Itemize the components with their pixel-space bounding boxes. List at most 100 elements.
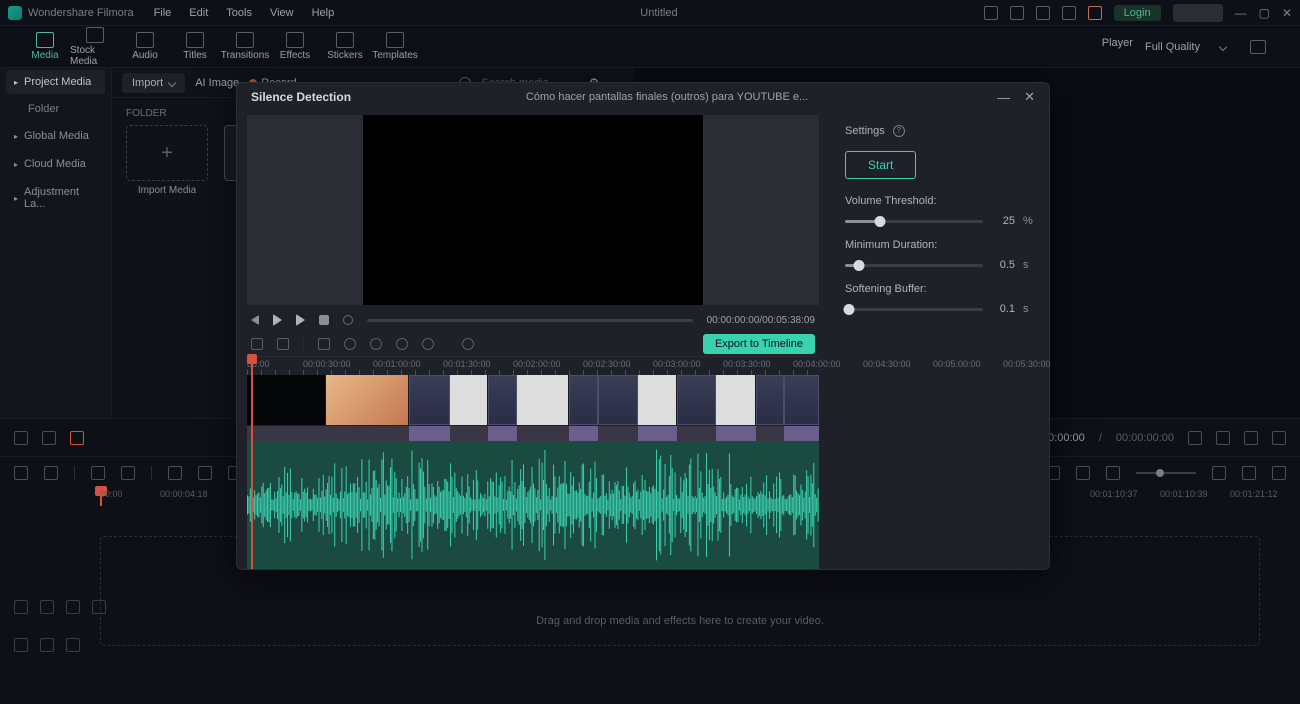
redo-icon[interactable] [277,338,289,350]
video-track-icon[interactable] [14,600,28,614]
sidebar-cloud-media[interactable]: ▸Cloud Media [0,150,111,178]
marker-icon[interactable] [344,338,356,350]
modal-settings-panel: Settings ? Start Volume Threshold: 25 % … [829,111,1049,569]
undo-icon[interactable] [91,466,105,480]
modal-playhead[interactable] [251,357,253,569]
ruler-mark: 00:03:30:00 [723,359,771,369]
audio-track-icon[interactable] [14,638,28,652]
volume-threshold-label: Volume Threshold: [845,195,1033,207]
snapshot-icon[interactable] [1250,40,1266,54]
ruler-mark: 00:03:00:00 [653,359,701,369]
zoom-out-icon[interactable] [1106,466,1120,480]
plus-icon: + [161,142,173,165]
save-icon[interactable] [1010,6,1024,20]
split-icon[interactable] [198,466,212,480]
import-button[interactable]: Import [122,73,185,93]
ruler-mark: 00:04:00:00 [793,359,841,369]
device-icon[interactable] [984,6,998,20]
sidebar-project-media[interactable]: ▸Project Media [6,70,105,94]
quality-dropdown[interactable]: Full Quality [1145,41,1226,53]
apps-icon[interactable] [1062,6,1076,20]
tab-audio[interactable]: Audio [120,26,170,67]
cart-icon[interactable] [1088,6,1102,20]
play-button[interactable] [273,314,282,326]
delete-icon[interactable] [168,466,182,480]
link-icon[interactable] [70,431,84,445]
maximize-icon[interactable]: ▢ [1259,6,1270,20]
lock-icon[interactable] [40,600,54,614]
menu-bar: File Edit Tools View Help [154,7,335,19]
sidebar-folder[interactable]: Folder [0,96,111,122]
lock-icon[interactable] [40,638,54,652]
redo-icon[interactable] [121,466,135,480]
prev-frame-button[interactable] [251,315,259,325]
export-to-timeline-button[interactable]: Export to Timeline [703,334,815,354]
sidebar-adjustment-layer[interactable]: ▸Adjustment La... [0,178,111,218]
stop-button[interactable] [319,315,329,325]
fullscreen-icon[interactable] [1188,431,1202,445]
cloud-icon[interactable] [1036,6,1050,20]
unit-label: % [1023,215,1033,227]
tab-titles[interactable]: Titles [170,26,220,67]
volume-threshold-slider[interactable] [845,220,983,223]
info-icon[interactable]: ? [893,125,905,137]
tab-templates[interactable]: Templates [370,26,420,67]
minimum-duration-slider[interactable] [845,264,983,267]
close-icon[interactable]: ✕ [1282,6,1292,20]
close-modal-icon[interactable]: ✕ [1024,89,1035,105]
account-box[interactable] [1173,4,1223,22]
menu-help[interactable]: Help [312,7,335,19]
zoom-slider[interactable] [1136,472,1196,474]
tab-media[interactable]: Media [20,26,70,67]
minimize-icon[interactable]: — [1235,6,1247,20]
tab-stickers[interactable]: Stickers [320,26,370,67]
tab-transitions[interactable]: Transitions [220,26,270,67]
menu-tools[interactable]: Tools [226,7,252,19]
marker-icon[interactable] [1076,466,1090,480]
ruler-mark: 00:01:00:00 [373,359,421,369]
zoom-in-icon[interactable] [462,338,474,350]
ruler-mark: 00:00:30:00 [303,359,351,369]
display-icon[interactable] [1216,431,1230,445]
modal-edit-toolbar: Export to Timeline [247,331,819,357]
menu-view[interactable]: View [270,7,294,19]
start-button[interactable]: Start [845,151,916,179]
login-button[interactable]: Login [1114,5,1161,21]
volume-icon[interactable] [1244,431,1258,445]
unit-label: s [1023,303,1033,315]
audio-track-head [14,638,80,652]
minimize-modal-icon[interactable]: — [997,90,1010,105]
ai-image-button[interactable]: AI Image [195,77,239,89]
sidebar-global-media[interactable]: ▸Global Media [0,122,111,150]
settings-icon[interactable] [1272,431,1286,445]
more-options-icon[interactable] [1272,466,1286,480]
tab-effects[interactable]: Effects [270,26,320,67]
play-next-button[interactable] [296,314,305,326]
preview-bar: Player Full Quality [1102,26,1280,67]
layout-icon[interactable] [1242,466,1256,480]
modal-playback-controls: 00:00:00:00/00:05:38:09 [247,309,819,331]
mute-icon[interactable] [66,638,80,652]
zoom-in-icon[interactable] [1212,466,1226,480]
delete-icon[interactable] [370,338,382,350]
zoom-out-icon[interactable] [396,338,408,350]
go-start-icon[interactable] [14,431,28,445]
loop-button[interactable] [343,315,353,325]
softening-buffer-slider[interactable] [845,308,983,311]
zoom-icon[interactable] [422,338,434,350]
import-media-card[interactable]: + Import Media [126,125,208,196]
cut-icon[interactable] [318,338,330,350]
prev-frame-icon[interactable] [42,431,56,445]
menu-file[interactable]: File [154,7,172,19]
modal-ruler[interactable]: 00:00 00:00:30:00 00:01:00:00 00:01:30:0… [247,357,819,375]
menu-edit[interactable]: Edit [189,7,208,19]
tab-stock-media[interactable]: Stock Media [70,26,120,67]
trim-icon[interactable] [44,466,58,480]
modal-scrubber[interactable] [367,319,693,322]
grid-icon[interactable] [14,466,28,480]
visibility-icon[interactable] [66,600,80,614]
volume-threshold-value: 25 [991,215,1015,227]
undo-icon[interactable] [251,338,263,350]
modal-video-track[interactable] [247,375,819,441]
modal-audio-track[interactable] [247,441,819,569]
